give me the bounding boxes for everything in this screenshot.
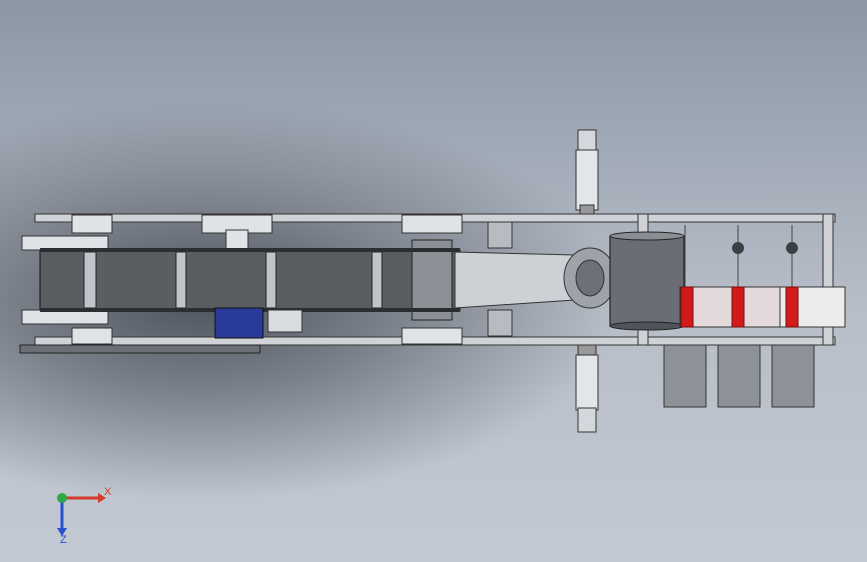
arm-linkage[interactable] <box>454 221 617 337</box>
upper-cylinder[interactable] <box>575 129 599 216</box>
y-axis-dot <box>57 493 67 503</box>
spring-3[interactable] <box>785 225 799 328</box>
assembly-model[interactable] <box>0 0 867 562</box>
bottom-housings[interactable] <box>663 344 815 408</box>
coordinate-triad: X Z <box>48 482 118 552</box>
lower-cylinder[interactable] <box>575 344 599 433</box>
z-axis-label: Z <box>60 534 67 546</box>
drum[interactable] <box>609 231 685 331</box>
spring-2[interactable] <box>731 225 745 328</box>
chain-rail <box>19 344 261 354</box>
cad-viewport[interactable]: X Z <box>0 0 867 562</box>
drive-motor[interactable] <box>214 307 303 339</box>
spring-plate[interactable] <box>679 286 846 328</box>
x-axis-label: X <box>104 486 112 498</box>
